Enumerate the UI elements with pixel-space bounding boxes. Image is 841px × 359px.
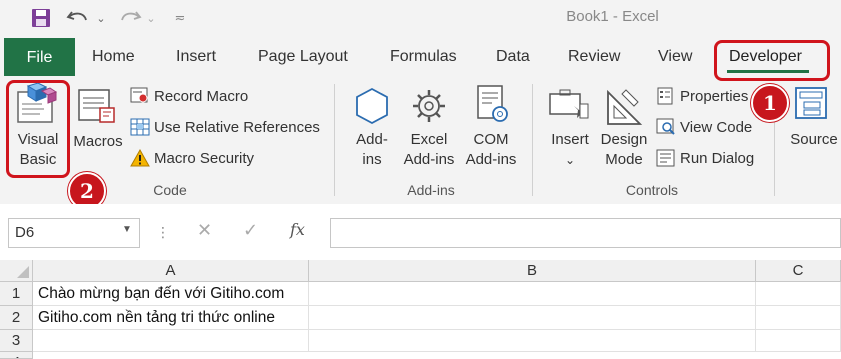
properties-button[interactable]: Properties xyxy=(656,87,748,105)
com-add-ins-icon[interactable] xyxy=(472,84,512,126)
cell-b3[interactable] xyxy=(309,330,756,352)
group-separator xyxy=(532,84,533,196)
record-macro-icon xyxy=(130,87,148,103)
row-header[interactable]: 2 xyxy=(0,306,33,330)
run-dialog-label: Run Dialog xyxy=(680,149,755,167)
row-header[interactable]: 4 xyxy=(0,352,33,359)
column-header-c[interactable]: C xyxy=(756,260,841,282)
warning-icon xyxy=(130,149,150,167)
tab-review[interactable]: Review xyxy=(568,36,620,76)
properties-label: Properties xyxy=(680,87,749,105)
com-add-ins-label-1: COM xyxy=(473,131,509,148)
name-box-value: D6 xyxy=(15,224,35,241)
run-dialog-button[interactable]: Run Dialog xyxy=(656,149,754,167)
group-label-add-ins: Add-ins xyxy=(407,182,455,198)
macro-security-label: Macro Security xyxy=(154,149,255,167)
record-macro-label: Record Macro xyxy=(154,87,249,105)
view-code-label: View Code xyxy=(680,118,753,136)
com-add-ins-label-2: Add-ins xyxy=(465,151,517,168)
developer-tab-highlight xyxy=(714,40,830,81)
visual-basic-highlight xyxy=(6,80,70,178)
macros-icon[interactable] xyxy=(76,86,120,126)
name-box-dropdown-icon[interactable]: ▼ xyxy=(122,224,132,235)
cell-a1[interactable]: Chào mừng bạn đến với Gitiho.com xyxy=(33,282,309,306)
tab-data[interactable]: Data xyxy=(496,36,530,76)
excel-add-ins-label-2: Add-ins xyxy=(403,151,455,168)
step-badge-1: 1 xyxy=(751,84,789,122)
design-mode-icon[interactable] xyxy=(604,86,644,128)
tab-home[interactable]: Home xyxy=(92,36,135,76)
excel-add-ins-icon[interactable] xyxy=(409,86,449,126)
row-header[interactable]: 3 xyxy=(0,330,33,352)
use-relative-references-label: Use Relative References xyxy=(154,118,320,136)
record-macro-button[interactable]: Record Macro xyxy=(130,87,248,105)
properties-icon xyxy=(657,87,673,105)
design-mode-label-1: Design xyxy=(600,131,648,148)
add-ins-icon[interactable] xyxy=(352,86,392,126)
source-icon[interactable] xyxy=(794,86,830,126)
window-title: Book1 - Excel xyxy=(566,8,659,25)
cell-c3[interactable] xyxy=(756,330,841,352)
cell-a2[interactable]: Gitiho.com nền tảng tri thức online xyxy=(33,306,309,330)
enter-icon[interactable]: ✓ xyxy=(243,220,258,241)
formula-input[interactable] xyxy=(330,218,841,248)
tab-file[interactable]: File xyxy=(4,38,75,76)
excel-add-ins-label-1: Excel xyxy=(410,131,448,148)
cell-a3[interactable] xyxy=(33,330,309,352)
tab-insert[interactable]: Insert xyxy=(176,36,216,76)
cell-b2[interactable] xyxy=(309,306,756,330)
row-header[interactable]: 1 xyxy=(0,282,33,306)
view-code-button[interactable]: View Code xyxy=(656,118,752,136)
cancel-icon[interactable]: ✕ xyxy=(197,220,212,241)
cell-c2[interactable] xyxy=(756,306,841,330)
tab-page-layout[interactable]: Page Layout xyxy=(258,36,348,76)
group-separator xyxy=(334,84,335,196)
relative-references-icon xyxy=(130,118,150,136)
macros-label[interactable]: Macros xyxy=(70,132,126,152)
tab-view[interactable]: View xyxy=(658,36,692,76)
insert-dropdown-icon[interactable]: ⌄ xyxy=(540,150,600,170)
macro-security-button[interactable]: Macro Security xyxy=(130,149,254,167)
title-bar: ⌄ ⌄ ≂ Book1 - Excel xyxy=(0,0,841,36)
formula-bar: D6 ▼ ⋮ ✕ ✓ fx xyxy=(0,204,841,260)
insert-controls-icon[interactable] xyxy=(548,88,592,128)
design-mode-label-2: Mode xyxy=(605,151,643,168)
group-label-code: Code xyxy=(153,182,187,198)
name-box[interactable]: D6 xyxy=(8,218,140,248)
column-header-a[interactable]: A xyxy=(33,260,309,282)
add-ins-label-2: ins xyxy=(362,151,382,168)
group-label-controls: Controls xyxy=(625,182,679,198)
tab-formulas[interactable]: Formulas xyxy=(390,36,457,76)
add-ins-label-1: Add- xyxy=(356,131,388,148)
column-header-b[interactable]: B xyxy=(309,260,756,282)
more-icon: ⋮ xyxy=(156,224,170,240)
cell-b1[interactable] xyxy=(309,282,756,306)
ribbon-developer: Visual Basic Macros Record Macro Use Rel… xyxy=(0,76,841,205)
fx-icon[interactable]: fx xyxy=(290,220,305,239)
source-label[interactable]: Source xyxy=(786,130,841,150)
run-dialog-icon xyxy=(656,149,675,167)
use-relative-references-button[interactable]: Use Relative References xyxy=(130,118,320,136)
worksheet-grid: A B C 1 Chào mừng bạn đến với Gitiho.com… xyxy=(0,260,841,359)
select-all-corner[interactable] xyxy=(0,260,33,282)
cell-c1[interactable] xyxy=(756,282,841,306)
view-code-icon xyxy=(656,118,675,135)
insert-controls-label[interactable]: Insert xyxy=(540,130,600,150)
